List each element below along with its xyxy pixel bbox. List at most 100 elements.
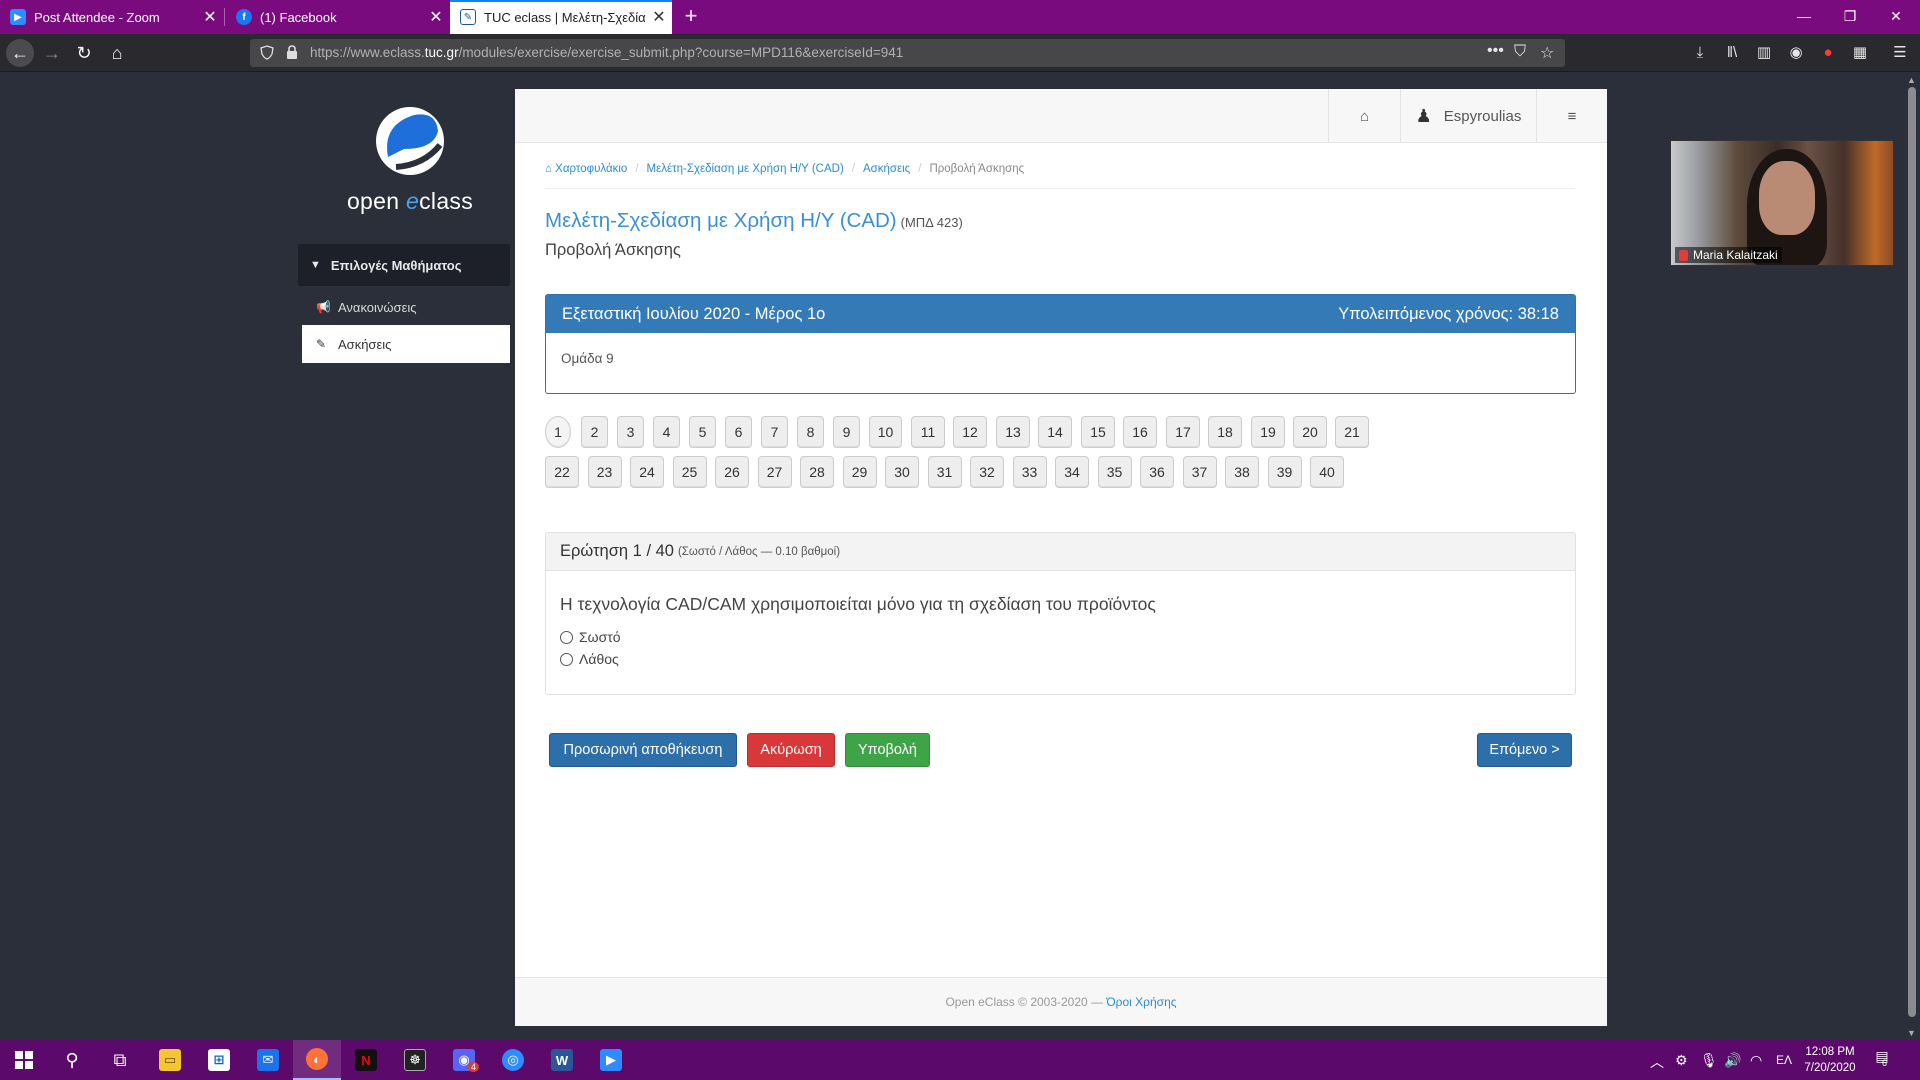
sidebar-item-exercises[interactable]: ✎ Ασκήσεις <box>302 325 510 363</box>
netflix-button[interactable]: N <box>342 1040 390 1080</box>
question-nav-button[interactable]: 34 <box>1055 456 1089 488</box>
question-nav-button[interactable]: 15 <box>1081 416 1115 448</box>
question-nav-button[interactable]: 3 <box>617 416 644 448</box>
account-icon[interactable]: ◉ <box>1786 43 1806 63</box>
pocket-icon[interactable]: ⛉ <box>1514 43 1526 61</box>
cancel-button[interactable]: Ακύρωση <box>747 733 835 767</box>
question-nav-button[interactable]: 36 <box>1140 456 1174 488</box>
temporary-save-button[interactable]: Προσωρινή αποθήκευση <box>549 733 737 767</box>
scroll-thumb[interactable] <box>1908 87 1916 1017</box>
question-nav-button[interactable]: 38 <box>1225 456 1259 488</box>
question-nav-button[interactable]: 29 <box>842 456 877 488</box>
question-nav-button[interactable]: 10 <box>869 416 902 448</box>
zoom-meeting-button[interactable]: ▶ <box>587 1040 635 1080</box>
question-nav-button[interactable]: 40 <box>1310 456 1344 488</box>
eclass-logo[interactable]: open eclass <box>340 105 480 215</box>
task-view-button[interactable]: ⧉ <box>96 1040 144 1080</box>
zoom-app-button[interactable]: ◎ <box>489 1040 537 1080</box>
question-nav-button[interactable]: 22 <box>545 456 579 488</box>
menu-icon[interactable]: ☰ <box>1890 43 1910 63</box>
question-nav-button[interactable]: 37 <box>1182 456 1217 488</box>
course-options-menu-header[interactable]: ▼ Επιλογές Μαθήματος <box>298 244 510 286</box>
system-clock[interactable]: 12:08 PM 7/20/2020 <box>1795 1044 1865 1076</box>
question-nav-button[interactable]: 33 <box>1012 456 1047 488</box>
library-icon[interactable]: ‖\ <box>1722 43 1742 63</box>
radio-button[interactable] <box>560 652 573 666</box>
next-button[interactable]: Επόμενο > <box>1477 733 1572 767</box>
question-nav-button[interactable]: 2 <box>581 416 608 448</box>
extension-icon[interactable]: ● <box>1818 43 1838 63</box>
close-tab-icon[interactable]: ✕ <box>197 7 223 27</box>
word-button[interactable]: W <box>538 1040 586 1080</box>
submit-button[interactable]: Υποβολή <box>845 733 930 767</box>
question-nav-button[interactable]: 23 <box>587 456 622 488</box>
question-nav-button[interactable]: 32 <box>970 456 1004 488</box>
scroll-down-arrow[interactable]: ▼ <box>1907 1028 1916 1038</box>
close-window-button[interactable]: ✕ <box>1873 0 1919 34</box>
app-button[interactable]: ☸ <box>391 1040 439 1080</box>
question-nav-button[interactable]: 17 <box>1166 416 1200 448</box>
sidebar-item-announcements[interactable]: 📢 Ανακοινώσεις <box>302 288 510 326</box>
question-nav-button[interactable]: 24 <box>630 456 664 488</box>
radio-button[interactable] <box>560 630 573 644</box>
question-nav-button[interactable]: 7 <box>761 416 788 448</box>
zoom-video-thumbnail[interactable]: Maria Kalaitzaki <box>1670 140 1894 266</box>
close-tab-icon[interactable]: ✕ <box>646 7 672 27</box>
question-nav-button[interactable]: 35 <box>1097 456 1132 488</box>
store-button[interactable]: ⊞ <box>195 1040 243 1080</box>
question-nav-button[interactable]: 30 <box>885 456 919 488</box>
question-nav-button[interactable]: 27 <box>757 456 792 488</box>
question-nav-button[interactable]: 4 <box>653 416 680 448</box>
question-nav-button[interactable]: 39 <box>1267 456 1302 488</box>
back-button[interactable]: ← <box>6 39 34 67</box>
tab-eclass[interactable]: ✎ TUC eclass | Μελέτη-Σχεδίαση με ✕ <box>450 0 672 34</box>
url-bar[interactable]: https://www.eclass.tuc.gr/modules/exerci… <box>250 39 1565 67</box>
extensions-grid-icon[interactable]: ▦ <box>1850 43 1870 63</box>
firefox-button[interactable]: ◐ <box>293 1040 341 1080</box>
question-nav-button[interactable]: 12 <box>953 416 987 448</box>
question-nav-button[interactable]: 25 <box>672 456 707 488</box>
breadcrumb-course[interactable]: Μελέτη-Σχεδίαση με Χρήση Η/Υ (CAD) <box>647 163 844 175</box>
microphone-icon[interactable]: 🎙 <box>1700 1052 1718 1069</box>
breadcrumb-portfolio[interactable]: ⌂ Χαρτοφυλάκιο <box>545 163 627 175</box>
mail-button[interactable]: ✉ <box>244 1040 292 1080</box>
sidebar-toggle-icon[interactable]: ▥ <box>1754 43 1774 63</box>
answer-option-false[interactable]: Λάθος <box>560 651 619 667</box>
url-text[interactable]: https://www.eclass.tuc.gr/modules/exerci… <box>310 45 903 60</box>
question-nav-button[interactable]: 5 <box>689 416 716 448</box>
question-nav-button[interactable]: 20 <box>1293 416 1327 448</box>
new-tab-button[interactable]: + <box>680 0 702 34</box>
search-button[interactable]: ⚲ <box>48 1040 96 1080</box>
start-button[interactable] <box>0 1040 48 1080</box>
lock-icon[interactable] <box>286 45 298 59</box>
tab-zoom[interactable]: ▶ Post Attendee - Zoom ✕ <box>0 0 223 34</box>
restore-button[interactable]: ❐ <box>1827 0 1873 34</box>
user-menu[interactable]: ♟ Espyroulias <box>1400 89 1536 143</box>
question-nav-button[interactable]: 26 <box>715 456 749 488</box>
file-explorer-button[interactable]: ▭ <box>146 1040 194 1080</box>
question-nav-button[interactable]: 18 <box>1208 416 1242 448</box>
question-nav-button[interactable]: 28 <box>800 456 834 488</box>
bookmark-star-icon[interactable]: ☆ <box>1540 43 1554 63</box>
settings-toggle[interactable]: ≡ <box>1536 89 1607 143</box>
terms-link[interactable]: Όροι Χρήσης <box>1106 995 1176 1009</box>
question-nav-button[interactable]: 19 <box>1251 416 1285 448</box>
tray-app-icon[interactable]: ⚙ <box>1675 1052 1688 1069</box>
close-tab-icon[interactable]: ✕ <box>423 7 449 27</box>
question-nav-button[interactable]: 16 <box>1123 416 1157 448</box>
question-nav-button[interactable]: 13 <box>996 416 1030 448</box>
tab-facebook[interactable]: f (1) Facebook ✕ <box>226 0 449 34</box>
home-link[interactable]: ⌂ <box>1328 89 1400 143</box>
course-title-text[interactable]: Μελέτη-Σχεδίαση με Χρήση Η/Υ (CAD) <box>545 209 897 232</box>
home-button[interactable]: ⌂ <box>103 39 131 67</box>
page-scrollbar[interactable]: ▲ ▼ <box>1903 73 1920 1040</box>
question-nav-button[interactable]: 31 <box>927 456 962 488</box>
question-nav-button[interactable]: 21 <box>1335 416 1369 448</box>
question-nav-button[interactable]: 6 <box>725 416 752 448</box>
breadcrumb-exercises[interactable]: Ασκήσεις <box>863 163 910 175</box>
question-nav-button[interactable]: 11 <box>911 416 945 448</box>
more-actions-icon[interactable]: ••• <box>1487 42 1504 60</box>
forward-button[interactable]: → <box>38 39 66 67</box>
question-nav-button[interactable]: 14 <box>1038 416 1072 448</box>
show-hidden-icons[interactable]: ︿ <box>1650 1052 1664 1072</box>
